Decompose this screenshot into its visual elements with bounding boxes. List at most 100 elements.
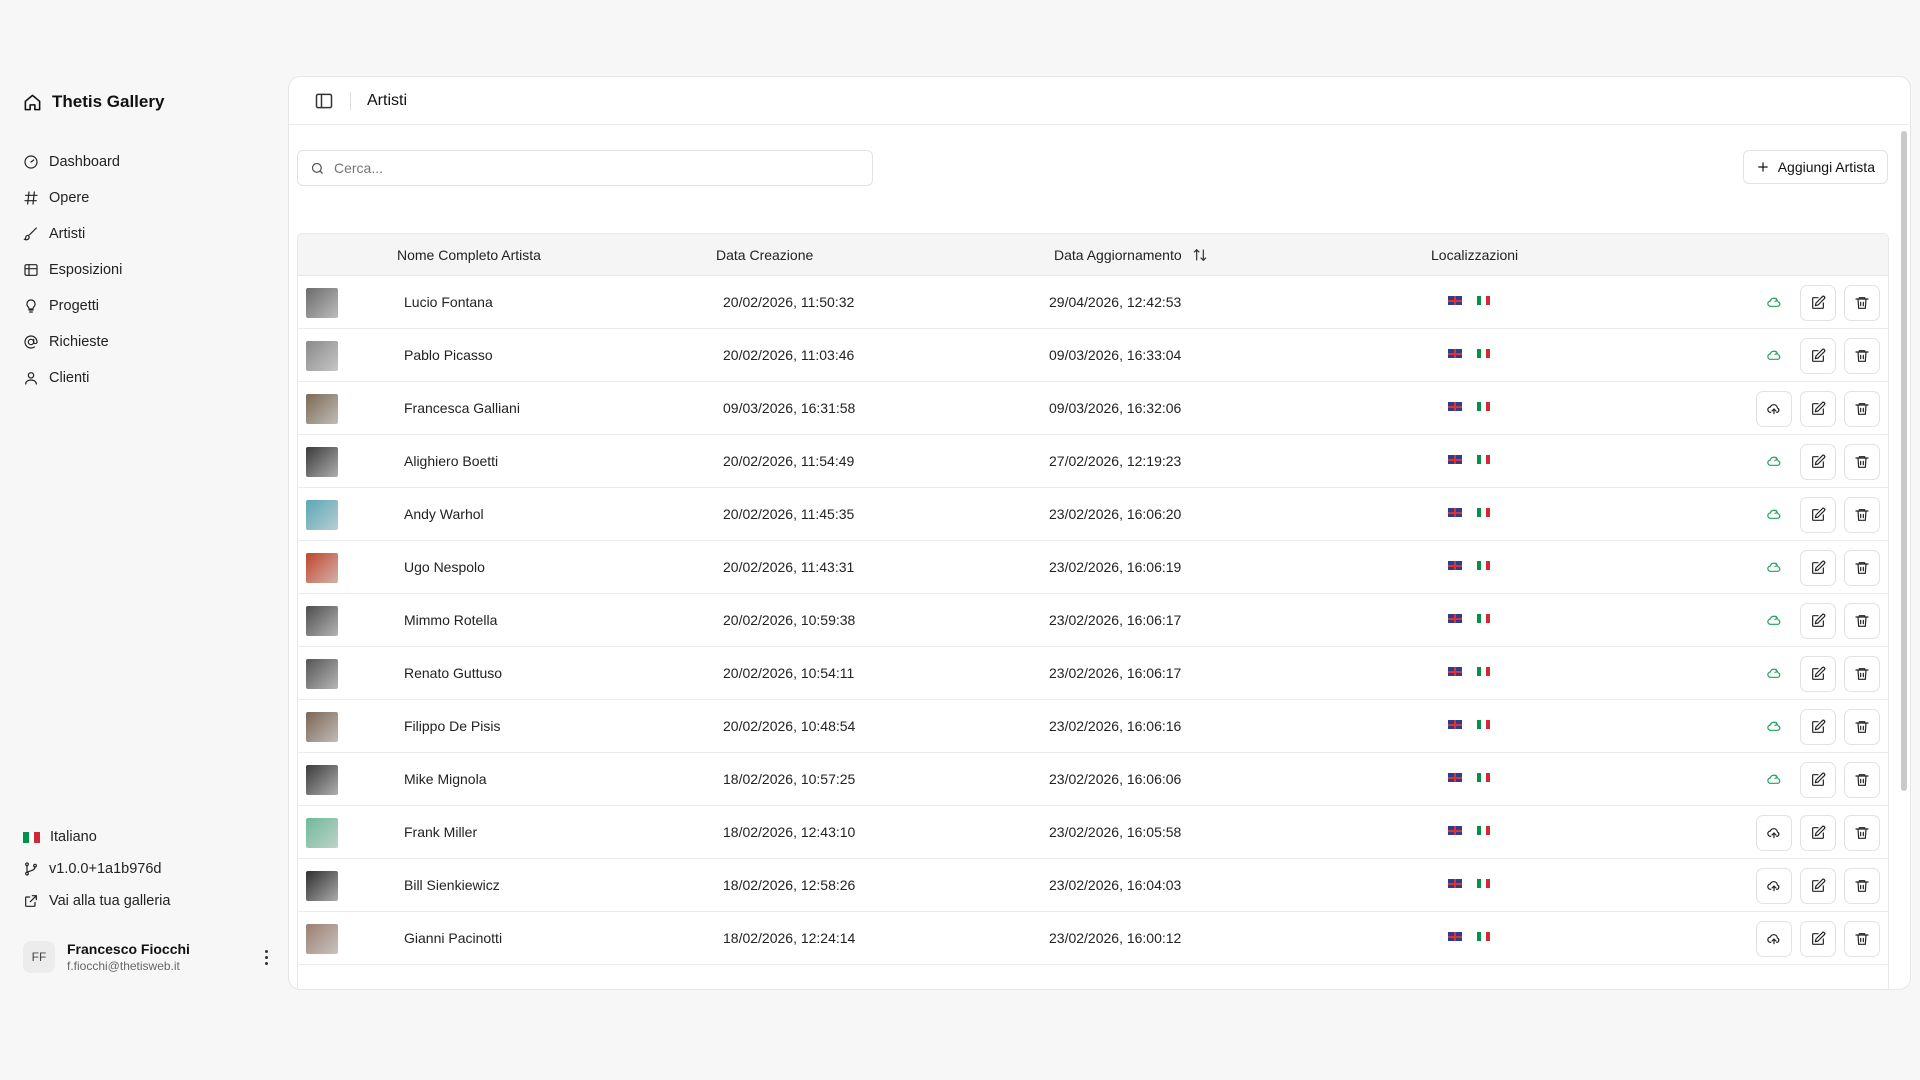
sidebar-item-richieste[interactable]: Richieste <box>23 324 273 360</box>
lightbulb-icon <box>26 299 36 313</box>
sync-button[interactable] <box>1756 497 1792 533</box>
artist-name[interactable]: Pablo Picasso <box>404 347 493 363</box>
artist-name[interactable]: Lucio Fontana <box>404 294 493 310</box>
sync-button[interactable] <box>1756 868 1792 904</box>
created-date: 20/02/2026, 11:45:35 <box>723 506 855 522</box>
uk-flag-icon <box>1448 932 1462 941</box>
delete-button[interactable] <box>1844 762 1880 798</box>
edit-button[interactable] <box>1800 762 1836 798</box>
artist-name[interactable]: Renato Guttuso <box>404 665 502 681</box>
gallery-link[interactable]: Vai alla tua galleria <box>23 885 273 917</box>
delete-button[interactable] <box>1844 921 1880 957</box>
sync-button[interactable] <box>1756 709 1792 745</box>
artist-photo <box>306 871 338 901</box>
edit-button[interactable] <box>1800 338 1836 374</box>
table-row[interactable]: Renato Guttuso 20/02/2026, 10:54:11 23/0… <box>298 647 1888 700</box>
sidebar-toggle-icon[interactable] <box>314 91 334 111</box>
sync-button[interactable] <box>1756 285 1792 321</box>
sync-button[interactable] <box>1756 656 1792 692</box>
delete-button[interactable] <box>1844 656 1880 692</box>
artist-name[interactable]: Bill Sienkiewicz <box>404 877 500 893</box>
delete-button[interactable] <box>1844 603 1880 639</box>
table-row[interactable]: Lucio Fontana 20/02/2026, 11:50:32 29/04… <box>298 276 1888 329</box>
language-label: Italiano <box>50 829 97 845</box>
edit-button[interactable] <box>1800 709 1836 745</box>
table-row[interactable]: Andy Warhol 20/02/2026, 11:45:35 23/02/2… <box>298 488 1888 541</box>
table-row[interactable]: Alighiero Boetti 20/02/2026, 11:54:49 27… <box>298 435 1888 488</box>
sidebar-item-esposizioni[interactable]: Esposizioni <box>23 252 273 288</box>
artist-name[interactable]: Ugo Nespolo <box>404 559 485 575</box>
edit-button[interactable] <box>1800 285 1836 321</box>
artist-name[interactable]: Frank Miller <box>404 824 477 840</box>
edit-icon <box>1812 666 1826 680</box>
artist-name[interactable]: Gianni Pacinotti <box>404 930 502 946</box>
edit-button[interactable] <box>1800 868 1836 904</box>
sync-button[interactable] <box>1756 762 1792 798</box>
edit-button[interactable] <box>1800 603 1836 639</box>
table-row[interactable]: Pablo Picasso 20/02/2026, 11:03:46 09/03… <box>298 329 1888 382</box>
uk-flag-icon <box>1448 667 1462 676</box>
sidebar-item-label: Opere <box>49 190 90 206</box>
edit-button[interactable] <box>1800 815 1836 851</box>
edit-button[interactable] <box>1800 444 1836 480</box>
sync-button[interactable] <box>1756 921 1792 957</box>
column-header-created[interactable]: Data Creazione <box>716 247 813 263</box>
sync-button[interactable] <box>1756 550 1792 586</box>
sidebar-item-opere[interactable]: Opere <box>23 180 273 216</box>
delete-button[interactable] <box>1844 444 1880 480</box>
sync-button[interactable] <box>1756 815 1792 851</box>
user-profile[interactable]: FF Francesco Fiocchi f.fiocchi@thetisweb… <box>23 937 273 977</box>
edit-button[interactable] <box>1800 921 1836 957</box>
artist-photo <box>306 394 338 424</box>
sync-button[interactable] <box>1756 391 1792 427</box>
italy-flag-icon <box>1477 349 1490 358</box>
artist-name[interactable]: Mimmo Rotella <box>404 612 497 628</box>
artist-name[interactable]: Filippo De Pisis <box>404 718 500 734</box>
sidebar-item-clienti[interactable]: Clienti <box>23 360 273 396</box>
artist-name[interactable]: Andy Warhol <box>404 506 484 522</box>
edit-icon <box>1812 454 1826 468</box>
search-input[interactable] <box>334 160 854 176</box>
more-vertical-icon[interactable] <box>259 945 273 969</box>
artist-name[interactable]: Mike Mignola <box>404 771 486 787</box>
scrollbar[interactable] <box>1900 125 1908 989</box>
localizations <box>1448 402 1490 411</box>
delete-button[interactable] <box>1844 815 1880 851</box>
delete-button[interactable] <box>1844 497 1880 533</box>
sync-button[interactable] <box>1756 444 1792 480</box>
add-artist-button[interactable]: Aggiungi Artista <box>1742 150 1888 184</box>
delete-button[interactable] <box>1844 338 1880 374</box>
edit-button[interactable] <box>1800 550 1836 586</box>
table-row[interactable]: Gianni Pacinotti 18/02/2026, 12:24:14 23… <box>298 912 1888 965</box>
column-header-updated[interactable]: Data Aggiornamento <box>1054 247 1208 263</box>
sort-icon[interactable] <box>1192 247 1208 263</box>
delete-button[interactable] <box>1844 285 1880 321</box>
table-row[interactable]: Mimmo Rotella 20/02/2026, 10:59:38 23/02… <box>298 594 1888 647</box>
table-row[interactable]: Frank Miller 18/02/2026, 12:43:10 23/02/… <box>298 806 1888 859</box>
table-row[interactable]: Mike Mignola 18/02/2026, 10:57:25 23/02/… <box>298 753 1888 806</box>
artist-name[interactable]: Alighiero Boetti <box>404 453 498 469</box>
sync-button[interactable] <box>1756 603 1792 639</box>
table-row[interactable]: Bill Sienkiewicz 18/02/2026, 12:58:26 23… <box>298 859 1888 912</box>
scrollbar-thumb[interactable] <box>1901 131 1907 791</box>
edit-button[interactable] <box>1800 656 1836 692</box>
sidebar-item-artisti[interactable]: Artisti <box>23 216 273 252</box>
language-selector[interactable]: Italiano <box>23 821 273 853</box>
column-header-name[interactable]: Nome Completo Artista <box>397 247 541 263</box>
delete-button[interactable] <box>1844 550 1880 586</box>
edit-button[interactable] <box>1800 391 1836 427</box>
sidebar-item-progetti[interactable]: Progetti <box>23 288 273 324</box>
sync-button[interactable] <box>1756 338 1792 374</box>
delete-button[interactable] <box>1844 391 1880 427</box>
artist-name[interactable]: Francesca Galliani <box>404 400 520 416</box>
table-row[interactable]: Filippo De Pisis 20/02/2026, 10:48:54 23… <box>298 700 1888 753</box>
edit-button[interactable] <box>1800 497 1836 533</box>
artist-photo <box>306 553 338 583</box>
brand[interactable]: Thetis Gallery <box>23 92 164 112</box>
table-row[interactable]: Ugo Nespolo 20/02/2026, 11:43:31 23/02/2… <box>298 541 1888 594</box>
uk-flag-icon <box>1448 349 1462 358</box>
delete-button[interactable] <box>1844 709 1880 745</box>
table-row[interactable]: Francesca Galliani 09/03/2026, 16:31:58 … <box>298 382 1888 435</box>
delete-button[interactable] <box>1844 868 1880 904</box>
sidebar-item-dashboard[interactable]: Dashboard <box>23 144 273 180</box>
